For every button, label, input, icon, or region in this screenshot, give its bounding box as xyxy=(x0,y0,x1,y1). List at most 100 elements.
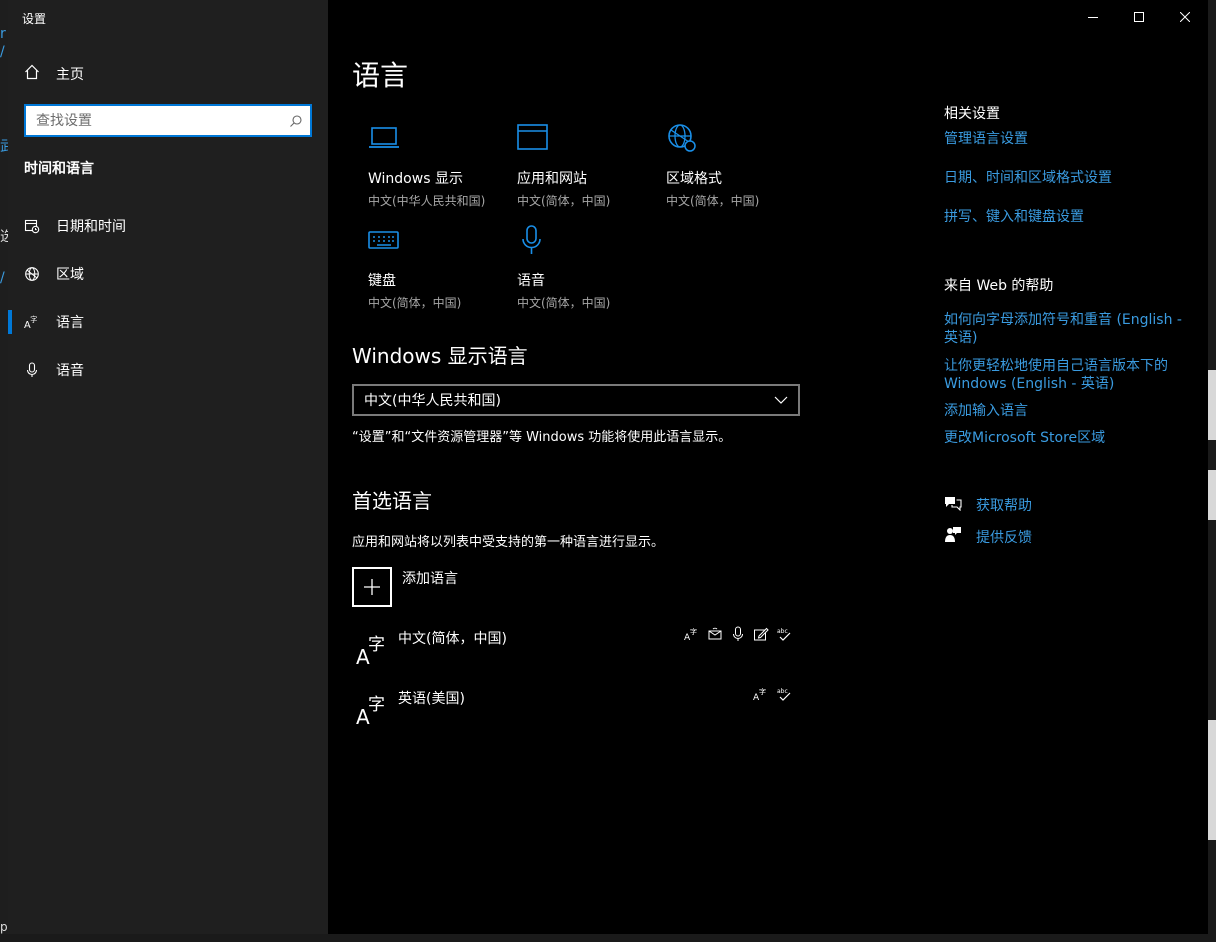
link-change-store-region[interactable]: 更改Microsoft Store区域 xyxy=(944,429,1184,447)
link-add-accents[interactable]: 如何向字母添加符号和重音 (English - 英语) xyxy=(944,311,1184,347)
language-row-english[interactable]: A字 英语(美国) A字 abc xyxy=(352,686,800,736)
tile-title: Windows 显示 xyxy=(368,171,463,187)
tile-title: 语音 xyxy=(517,273,545,289)
link-use-own-language[interactable]: 让你更轻松地使用自己语言版本下的 Windows (English - 英语) xyxy=(944,357,1184,393)
background-window-right-edge xyxy=(1208,0,1216,942)
web-help-heading: 来自 Web 的帮助 xyxy=(944,278,1054,294)
background-window-bottom-edge xyxy=(0,934,1216,942)
svg-text:abc: abc xyxy=(777,628,788,635)
sidebar-item-language[interactable]: A字 语言 xyxy=(8,298,328,346)
minimize-icon xyxy=(1088,7,1098,26)
tile-regional-format[interactable]: 区域格式 中文(简体，中国) xyxy=(666,120,814,209)
get-help-label: 获取帮助 xyxy=(976,498,1032,514)
sidebar-item-speech[interactable]: 语音 xyxy=(8,346,328,394)
language-name: 英语(美国) xyxy=(398,691,465,707)
language-features: A字 abc xyxy=(753,686,792,702)
home-icon xyxy=(24,64,40,84)
feedback-icon xyxy=(944,526,962,548)
maximize-icon xyxy=(1134,7,1144,26)
sidebar-item-date-time[interactable]: 日期和时间 xyxy=(8,202,328,250)
language-icon: A字 xyxy=(356,632,388,670)
svg-text:abc: abc xyxy=(777,688,788,695)
display-language-description: “设置”和“文件资源管理器”等 Windows 功能将使用此语言显示。 xyxy=(352,430,732,445)
chevron-down-icon xyxy=(774,392,788,408)
window-title: 设置 xyxy=(22,12,47,26)
language-icon: A字 xyxy=(356,692,388,730)
tile-title: 键盘 xyxy=(368,273,396,289)
display-language-icon: A字 xyxy=(753,686,769,702)
sidebar: 设置 主页 时间和语言 日期和时间 xyxy=(8,0,328,934)
window-controls xyxy=(1070,0,1208,32)
language-name: 中文(简体，中国) xyxy=(398,631,507,647)
minimize-button[interactable] xyxy=(1070,0,1116,32)
tile-subtitle: 中文(简体，中国) xyxy=(517,194,611,208)
background-window-left-edge: r / 武 选 / p xyxy=(0,0,14,942)
region-format-icon xyxy=(666,120,814,156)
page-title: 语言 xyxy=(352,59,409,92)
preferred-languages-description: 应用和网站将以列表中受支持的第一种语言进行显示。 xyxy=(352,535,665,550)
sidebar-item-label: 日期和时间 xyxy=(56,219,126,235)
spell-check-icon: abc xyxy=(776,626,792,642)
close-icon xyxy=(1179,7,1191,26)
handwriting-icon xyxy=(753,626,769,642)
sidebar-item-region[interactable]: 区域 xyxy=(8,250,328,298)
get-help-link[interactable]: 获取帮助 xyxy=(944,495,1032,515)
sidebar-item-label: 语音 xyxy=(56,363,84,379)
tile-windows-display[interactable]: Windows 显示 中文(中华人民共和国) xyxy=(368,120,516,209)
keyboard-icon xyxy=(368,222,516,258)
display-language-icon: A字 xyxy=(684,626,700,642)
search-box xyxy=(24,104,312,137)
language-row-chinese[interactable]: A字 中文(简体，中国) A字 abc xyxy=(352,626,800,676)
svg-text:字: 字 xyxy=(368,695,385,715)
language-icon: A字 xyxy=(24,314,40,330)
spell-check-icon: abc xyxy=(776,686,792,702)
maximize-button[interactable] xyxy=(1116,0,1162,32)
text-to-speech-icon xyxy=(707,626,723,642)
preferred-languages-heading: 首选语言 xyxy=(352,489,432,513)
sidebar-nav: 日期和时间 区域 A字 语言 语音 xyxy=(8,202,328,394)
svg-text:字: 字 xyxy=(368,635,385,655)
settings-window: 设置 主页 时间和语言 日期和时间 xyxy=(8,0,1208,934)
tile-subtitle: 中文(简体，中国) xyxy=(368,296,462,310)
speech-recognition-icon xyxy=(730,626,746,642)
tile-subtitle: 中文(简体，中国) xyxy=(517,296,611,310)
calendar-clock-icon xyxy=(24,218,40,234)
tile-subtitle: 中文(中华人民共和国) xyxy=(368,194,486,208)
tile-subtitle: 中文(简体，中国) xyxy=(666,194,760,208)
sidebar-section-title: 时间和语言 xyxy=(24,161,94,177)
globe-region-icon xyxy=(24,266,40,282)
tile-title: 区域格式 xyxy=(666,171,722,187)
home-nav-item[interactable]: 主页 xyxy=(24,62,84,86)
feedback-link[interactable]: 提供反馈 xyxy=(944,526,1032,548)
svg-text:字: 字 xyxy=(759,687,766,696)
sidebar-item-label: 语言 xyxy=(56,315,84,331)
laptop-icon xyxy=(368,120,516,156)
link-manage-language[interactable]: 管理语言设置 xyxy=(944,130,1184,148)
svg-text:字: 字 xyxy=(690,627,697,636)
home-label: 主页 xyxy=(56,67,84,83)
add-language-button[interactable]: 添加语言 xyxy=(352,567,458,607)
tile-keyboard[interactable]: 键盘 中文(简体，中国) xyxy=(368,222,516,311)
language-features: A字 abc xyxy=(684,626,792,642)
link-add-input-language[interactable]: 添加输入语言 xyxy=(944,402,1184,420)
close-button[interactable] xyxy=(1162,0,1208,32)
feedback-label: 提供反馈 xyxy=(976,530,1032,546)
svg-text:字: 字 xyxy=(30,315,37,324)
search-input[interactable] xyxy=(26,112,282,129)
display-language-value: 中文(中华人民共和国) xyxy=(364,393,501,409)
chat-help-icon xyxy=(944,495,962,515)
tile-title: 应用和网站 xyxy=(517,171,587,187)
search-icon[interactable] xyxy=(282,114,310,128)
plus-icon xyxy=(352,567,392,607)
display-language-dropdown[interactable]: 中文(中华人民共和国) xyxy=(352,384,800,416)
browser-window-icon xyxy=(517,120,665,156)
tile-speech[interactable]: 语音 中文(简体，中国) xyxy=(517,222,665,311)
related-settings-heading: 相关设置 xyxy=(944,106,1000,122)
tile-apps-websites[interactable]: 应用和网站 中文(简体，中国) xyxy=(517,120,665,209)
link-date-time-region[interactable]: 日期、时间和区域格式设置 xyxy=(944,169,1184,187)
add-language-label: 添加语言 xyxy=(402,571,458,587)
microphone-icon xyxy=(517,222,665,258)
link-spelling-typing-keyboard[interactable]: 拼写、键入和键盘设置 xyxy=(944,208,1184,226)
microphone-icon xyxy=(24,362,40,378)
display-language-heading: Windows 显示语言 xyxy=(352,344,528,368)
